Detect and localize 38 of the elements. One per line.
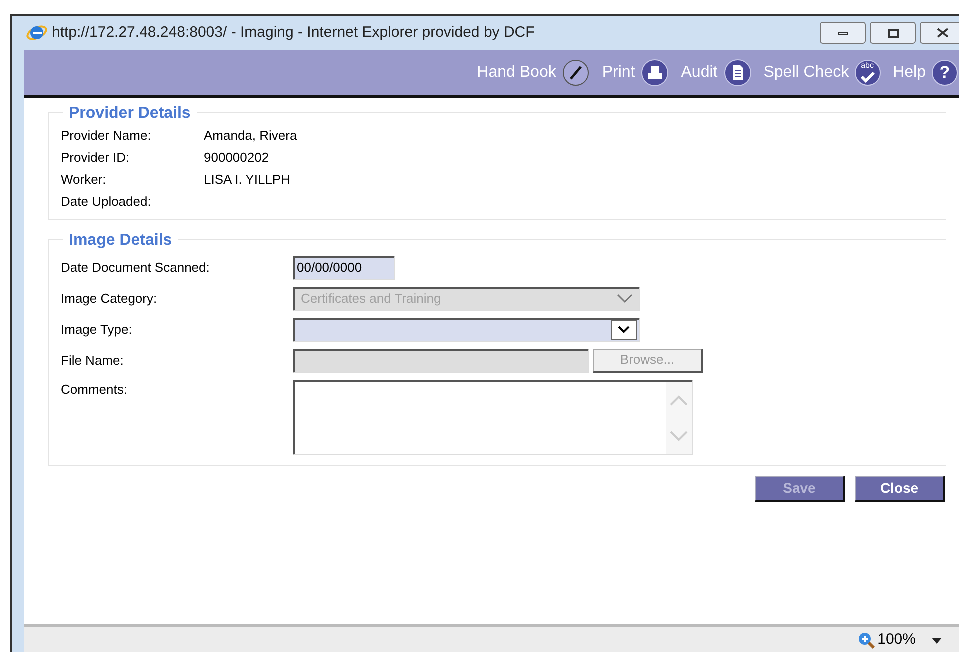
field-label: File Name:: [61, 352, 125, 370]
field-label: Image Type:: [61, 320, 134, 339]
zoom-icon: [858, 632, 876, 650]
field-value: LISA I. YILLPH: [204, 171, 290, 190]
zoom-level[interactable]: 100%: [878, 629, 916, 652]
maximize-button[interactable]: [870, 22, 916, 44]
action-button[interactable]: Close: [855, 476, 945, 502]
help-icon: ?: [932, 60, 958, 86]
printer-icon: [641, 58, 670, 86]
dropdown-arrow-button[interactable]: [611, 320, 637, 340]
browser-logo-icon: [26, 23, 48, 43]
toolbar-button[interactable]: Spell Check abc: [764, 60, 882, 86]
chevron-down-icon: [618, 326, 630, 334]
field-label: Provider Name:: [61, 127, 152, 146]
toolbar-button[interactable]: Help ?: [893, 60, 958, 86]
close-icon: [936, 28, 950, 38]
document-icon: [724, 58, 752, 86]
field-label: Date Uploaded:: [61, 193, 152, 212]
field-label: Provider ID:: [61, 149, 131, 168]
date-field[interactable]: 00/00/0000: [293, 256, 395, 280]
dropdown-field[interactable]: [293, 318, 640, 342]
close-window-button[interactable]: [920, 22, 959, 44]
field-value: Amanda, Rivera: [204, 127, 298, 146]
window-title: http://172.27.48.248:8003/ - Imaging - Internet Explorer provided by DCF: [52, 22, 535, 43]
field-label: Worker:: [61, 171, 108, 190]
spell-check-icon: abc: [855, 60, 882, 86]
field-label: Image Category:: [61, 290, 158, 308]
field-label: Comments:: [61, 381, 128, 399]
comments-field[interactable]: [293, 380, 693, 455]
field-label: Date Document Scanned:: [61, 258, 211, 277]
field-value: 900000202: [204, 149, 270, 168]
pencil-icon: [562, 58, 590, 86]
toolbar-button[interactable]: Audit: [681, 58, 752, 86]
dropdown-arrow-icon[interactable]: [932, 638, 942, 644]
minimize-button[interactable]: [820, 22, 866, 44]
toolbar-button[interactable]: Hand Book: [477, 58, 590, 86]
chevron-down-icon: [617, 294, 633, 304]
toolbar-button[interactable]: Print: [602, 58, 670, 86]
